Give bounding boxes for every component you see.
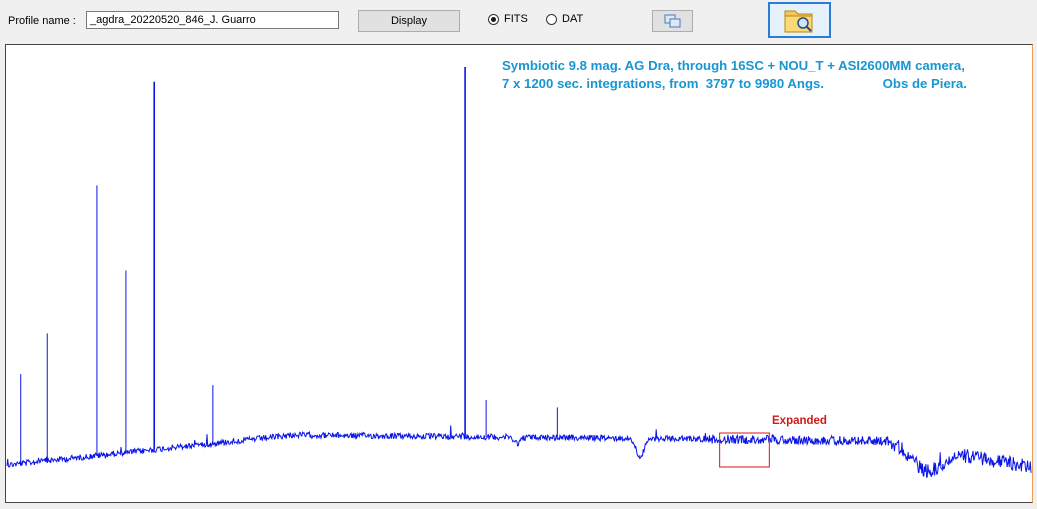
spectrum-svg xyxy=(6,67,1032,478)
fits-radio-label: FITS xyxy=(504,13,528,25)
folder-search-icon xyxy=(784,10,813,33)
display-button[interactable]: Display xyxy=(358,10,460,32)
fits-radio-dot[interactable] xyxy=(488,13,499,25)
spectrum-line xyxy=(6,425,1032,478)
expanded-label: Expanded xyxy=(772,415,827,427)
profile-name-input[interactable]: _agdra_20220520_846_J. Guarro xyxy=(86,11,339,29)
profile-name-label: Profile name : xyxy=(8,15,76,27)
dat-radio[interactable]: DAT xyxy=(546,13,583,25)
dat-radio-dot[interactable] xyxy=(546,13,557,25)
copy-button[interactable] xyxy=(652,10,693,32)
fits-radio[interactable]: FITS xyxy=(488,13,528,25)
plot-title: Symbiotic 9.8 mag. AG Dra, through 16SC … xyxy=(502,57,1022,93)
open-file-button[interactable] xyxy=(768,2,831,38)
dat-radio-label: DAT xyxy=(562,13,584,25)
plot-title-line2: 7 x 1200 sec. integrations, from 3797 to… xyxy=(502,76,967,91)
toolbar: Profile name : _agdra_20220520_846_J. Gu… xyxy=(0,0,1037,44)
spectrum-plot[interactable]: Symbiotic 9.8 mag. AG Dra, through 16SC … xyxy=(5,44,1033,503)
plot-title-line1: Symbiotic 9.8 mag. AG Dra, through 16SC … xyxy=(502,58,965,73)
copy-windows-icon xyxy=(664,14,681,28)
